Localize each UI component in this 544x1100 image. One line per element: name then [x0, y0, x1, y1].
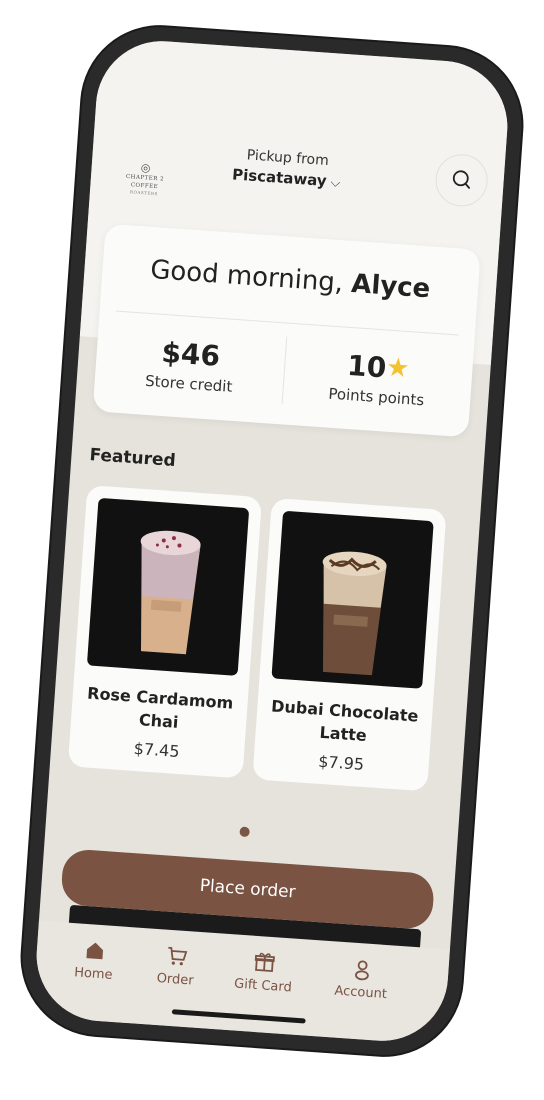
greeting-text: Good morning, Alyce	[102, 252, 479, 308]
cart-icon	[168, 946, 188, 966]
stage: ◎ CHAPTER 2 COFFEE ROASTERS Pickup from …	[0, 0, 544, 1100]
featured-item-card[interactable]: Dubai Chocolate Latte $7.95	[252, 497, 447, 792]
phone-frame: ◎ CHAPTER 2 COFFEE ROASTERS Pickup from …	[17, 21, 527, 1061]
search-button[interactable]	[433, 152, 490, 209]
app-screen: ◎ CHAPTER 2 COFFEE ROASTERS Pickup from …	[32, 36, 512, 1046]
search-icon	[452, 170, 471, 189]
home-indicator[interactable]	[171, 1009, 306, 1024]
points-value: 10	[346, 348, 388, 385]
product-image	[271, 510, 434, 689]
brand-logo: ◎ CHAPTER 2 COFFEE ROASTERS	[116, 160, 174, 197]
tab-order-label: Order	[156, 971, 195, 989]
tab-account-label: Account	[333, 983, 388, 1003]
tab-account[interactable]: Account	[320, 955, 403, 1003]
tab-order[interactable]: Order	[135, 942, 218, 990]
carousel-page-indicator[interactable]	[239, 826, 250, 838]
pickup-location-name: Piscataway	[231, 165, 328, 190]
star-icon: ★	[385, 352, 411, 385]
greeting-divider	[115, 310, 459, 336]
featured-title: Featured	[88, 445, 177, 472]
tab-gift-card-label: Gift Card	[233, 976, 293, 996]
product-price: $7.95	[317, 751, 365, 774]
product-price: $7.45	[133, 738, 181, 762]
pickup-selector[interactable]: Pickup from Piscataway ⌵	[201, 144, 373, 193]
points-stat[interactable]: 10★ Points points	[282, 344, 473, 412]
greeting-card: Good morning, Alyce $46 Store credit 10★…	[92, 223, 481, 438]
featured-item-card[interactable]: Rose Cardamom Chai $7.45	[67, 484, 263, 779]
greeting-prefix: Good morning,	[149, 254, 353, 299]
tab-home-label: Home	[73, 965, 114, 983]
home-icon	[86, 942, 104, 960]
drink-cup-icon	[140, 530, 201, 655]
store-credit-stat[interactable]: $46 Store credit	[94, 331, 285, 399]
gift-icon	[254, 952, 275, 973]
tab-home[interactable]: Home	[53, 936, 136, 984]
greeting-name: Alyce	[350, 268, 432, 305]
person-icon	[355, 960, 369, 981]
tab-gift-card[interactable]: Gift Card	[223, 948, 306, 996]
drink-cup-icon	[322, 551, 387, 676]
product-name: Dubai Chocolate Latte	[270, 696, 419, 746]
product-name: Rose Cardamom Chai	[86, 683, 234, 732]
chevron-down-icon: ⌵	[330, 175, 341, 191]
product-image	[86, 497, 250, 676]
